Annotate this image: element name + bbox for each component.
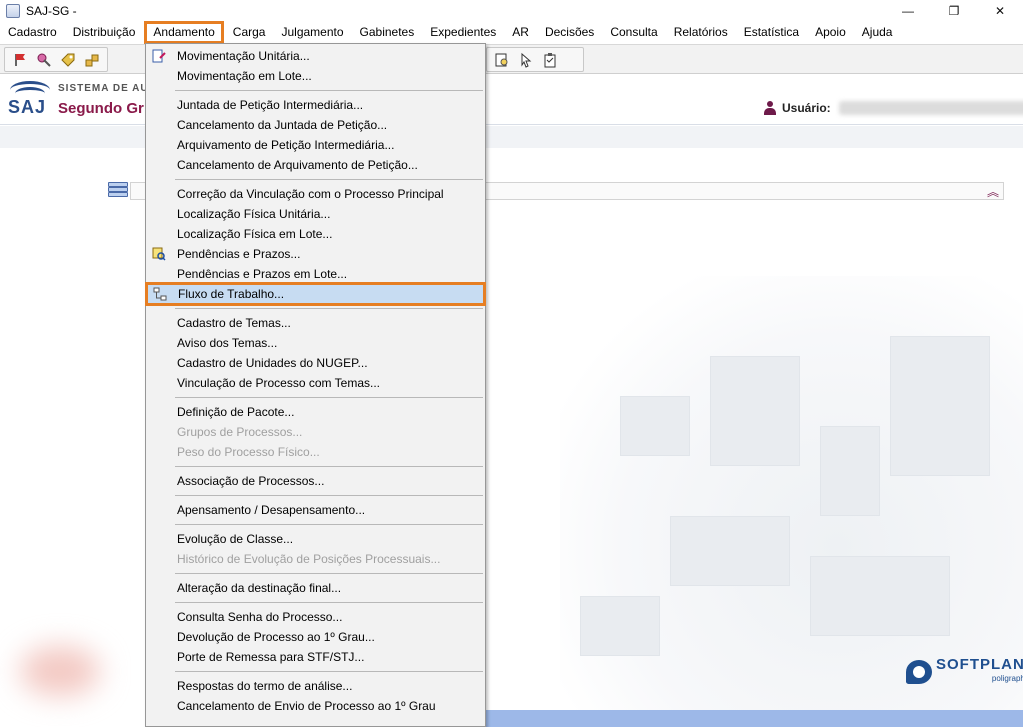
app-icon bbox=[6, 4, 20, 18]
softplan-name: SOFTPLAN poligraph bbox=[936, 657, 1023, 686]
toolbar-group-right bbox=[486, 47, 584, 72]
menu-separator bbox=[146, 175, 485, 184]
menu-separator bbox=[146, 491, 485, 500]
menu-separator bbox=[146, 520, 485, 529]
menu-bar: Cadastro Distribuição Andamento Carga Ju… bbox=[0, 21, 1023, 44]
menu-separator bbox=[146, 304, 485, 313]
menuitem-pendencias-prazos[interactable]: Pendências e Prazos... bbox=[146, 244, 485, 264]
restore-button[interactable]: ❐ bbox=[931, 0, 977, 22]
saj-logo: SAJ bbox=[8, 79, 50, 121]
menuitem-cancelamento-envio[interactable]: Cancelamento de Envio de Processo ao 1º … bbox=[146, 696, 485, 716]
menu-separator bbox=[146, 462, 485, 471]
user-label: Usuário: bbox=[782, 101, 831, 115]
menuitem-cancel-arquivamento[interactable]: Cancelamento de Arquivamento de Petição.… bbox=[146, 155, 485, 175]
status-strip bbox=[486, 710, 1023, 727]
tag-icon[interactable] bbox=[56, 49, 80, 71]
boxes-icon[interactable] bbox=[80, 49, 104, 71]
user-area: Usuário: bbox=[764, 101, 1023, 115]
menu-andamento[interactable]: Andamento bbox=[144, 21, 224, 44]
menu-expedientes[interactable]: Expedientes bbox=[422, 22, 504, 43]
menuitem-aviso-temas[interactable]: Aviso dos Temas... bbox=[146, 333, 485, 353]
menuitem-movimentacao-lote[interactable]: Movimentação em Lote... bbox=[146, 66, 485, 86]
menuitem-correcao-vinculacao[interactable]: Correção da Vinculação com o Processo Pr… bbox=[146, 184, 485, 204]
search-list-icon bbox=[151, 247, 167, 261]
menuitem-fluxo-trabalho[interactable]: Fluxo de Trabalho... bbox=[145, 282, 486, 306]
close-button[interactable]: ✕ bbox=[977, 0, 1023, 22]
toolbar-group-left bbox=[4, 47, 108, 72]
softplan-mark-icon bbox=[906, 660, 932, 684]
menuitem-peso-processo: Peso do Processo Físico... bbox=[177, 445, 320, 459]
title-bar: SAJ-SG - — ❐ ✕ bbox=[0, 0, 1023, 22]
menuitem-alteracao-destinacao[interactable]: Alteração da destinação final... bbox=[146, 578, 485, 598]
menu-relatorios[interactable]: Relatórios bbox=[666, 22, 736, 43]
menuitem-pendencias-prazos-lote[interactable]: Pendências e Prazos em Lote... bbox=[146, 264, 485, 284]
menuitem-cadastro-temas[interactable]: Cadastro de Temas... bbox=[146, 313, 485, 333]
menuitem-apensamento[interactable]: Apensamento / Desapensamento... bbox=[146, 500, 485, 520]
menu-apoio[interactable]: Apoio bbox=[807, 22, 854, 43]
menuitem-cancel-juntada[interactable]: Cancelamento da Juntada de Petição... bbox=[146, 115, 485, 135]
menuitem-consulta-senha[interactable]: Consulta Senha do Processo... bbox=[146, 607, 485, 627]
menu-ar[interactable]: AR bbox=[504, 22, 537, 43]
window-controls: — ❐ ✕ bbox=[885, 0, 1023, 22]
menu-separator bbox=[146, 569, 485, 578]
softplan-sub: poligraph bbox=[991, 674, 1023, 683]
menuitem-vinculacao-temas[interactable]: Vinculação de Processo com Temas... bbox=[146, 373, 485, 393]
menu-julgamento[interactable]: Julgamento bbox=[273, 22, 351, 43]
menu-decisoes[interactable]: Decisões bbox=[537, 22, 602, 43]
softplan-logo: SOFTPLAN poligraph bbox=[906, 657, 1023, 686]
menu-estatistica[interactable]: Estatística bbox=[736, 22, 807, 43]
pin-icon[interactable] bbox=[32, 49, 56, 71]
menuitem-respostas-termo[interactable]: Respostas do termo de análise... bbox=[146, 676, 485, 696]
menu-separator bbox=[146, 86, 485, 95]
document-search-icon[interactable] bbox=[490, 49, 514, 71]
menuitem-localizacao-lote[interactable]: Localização Física em Lote... bbox=[146, 224, 485, 244]
collapse-icon[interactable]: ︽ bbox=[987, 183, 999, 200]
menuitem-grupos-processos: Grupos de Processos... bbox=[177, 425, 303, 439]
system-subtitle: Segundo Gr bbox=[58, 100, 144, 117]
menu-separator bbox=[146, 667, 485, 676]
logo-text: SAJ bbox=[8, 97, 47, 117]
menuitem-porte-remessa[interactable]: Porte de Remessa para STF/STJ... bbox=[146, 647, 485, 667]
menu-separator bbox=[146, 393, 485, 402]
menu-carga[interactable]: Carga bbox=[225, 22, 274, 43]
menuitem-definicao-pacote[interactable]: Definição de Pacote... bbox=[146, 402, 485, 422]
workflow-icon bbox=[152, 287, 168, 301]
menu-separator bbox=[146, 598, 485, 607]
menuitem-movimentacao-unitaria[interactable]: Movimentação Unitária... bbox=[146, 46, 485, 66]
books-icon bbox=[108, 180, 130, 200]
menuitem-localizacao-unitaria[interactable]: Localização Física Unitária... bbox=[146, 204, 485, 224]
pointer-icon[interactable] bbox=[514, 49, 538, 71]
menu-gabinetes[interactable]: Gabinetes bbox=[352, 22, 423, 43]
menu-cadastro[interactable]: Cadastro bbox=[0, 22, 65, 43]
menu-ajuda[interactable]: Ajuda bbox=[854, 22, 901, 43]
minimize-button[interactable]: — bbox=[885, 0, 931, 22]
menuitem-historico-evolucao: Histórico de Evolução de Posições Proces… bbox=[177, 552, 441, 566]
window-title: SAJ-SG - bbox=[26, 4, 77, 18]
menuitem-evolucao-classe[interactable]: Evolução de Classe... bbox=[146, 529, 485, 549]
menu-distribuicao[interactable]: Distribuição bbox=[65, 22, 144, 43]
clipboard-icon[interactable] bbox=[538, 49, 562, 71]
user-icon bbox=[764, 101, 776, 115]
flag-icon[interactable] bbox=[8, 49, 32, 71]
decorative-blur bbox=[20, 646, 100, 696]
menuitem-associacao-processos[interactable]: Associação de Processos... bbox=[146, 471, 485, 491]
menuitem-devolucao-processo[interactable]: Devolução de Processo ao 1º Grau... bbox=[146, 627, 485, 647]
document-edit-icon bbox=[151, 49, 167, 63]
user-name-redacted bbox=[838, 101, 1023, 115]
menu-consulta[interactable]: Consulta bbox=[602, 22, 665, 43]
andamento-dropdown-menu: Movimentação Unitária... Movimentação em… bbox=[145, 43, 486, 727]
system-name: SISTEMA DE AUT bbox=[58, 83, 156, 94]
menuitem-juntada-peticao[interactable]: Juntada de Petição Intermediária... bbox=[146, 95, 485, 115]
menuitem-arquivamento-peticao[interactable]: Arquivamento de Petição Intermediária... bbox=[146, 135, 485, 155]
menuitem-cadastro-unidades-nugep[interactable]: Cadastro de Unidades do NUGEP... bbox=[146, 353, 485, 373]
